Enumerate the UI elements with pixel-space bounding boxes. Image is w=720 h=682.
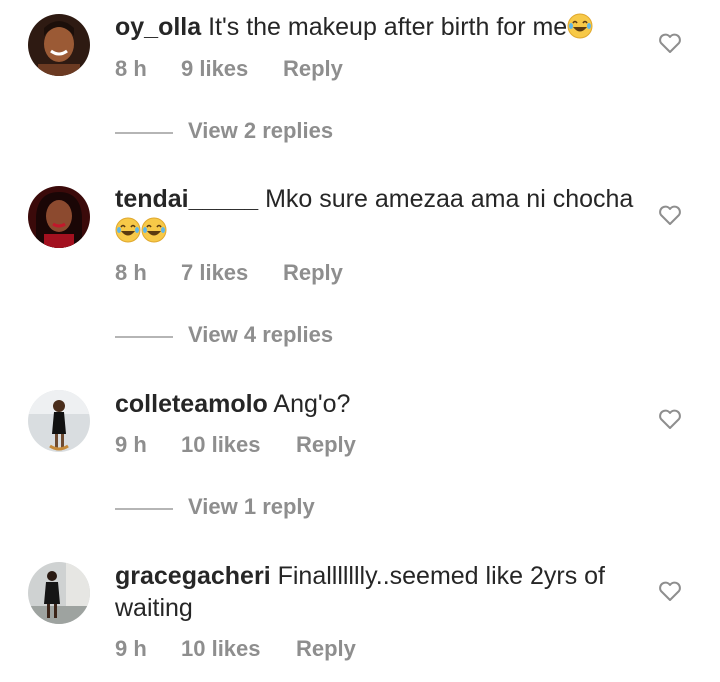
comment-body: It's the makeup after birth for me (201, 13, 568, 41)
reply-thread-line (115, 132, 173, 134)
timestamp: 8 h (115, 260, 147, 285)
username[interactable]: gracegacheri (115, 562, 271, 590)
likes-count[interactable]: 10 likes (181, 432, 261, 458)
avatar[interactable] (28, 390, 90, 452)
like-heart-icon[interactable] (658, 32, 682, 54)
avatar-photo (28, 14, 90, 76)
reply-button[interactable]: Reply (283, 56, 343, 82)
reply-thread-line (115, 508, 173, 510)
username[interactable]: tendai_____ (115, 185, 258, 213)
likes-count[interactable]: 9 likes (181, 56, 248, 82)
timestamp: 9 h (115, 432, 147, 457)
avatar[interactable] (28, 186, 90, 248)
like-heart-icon[interactable] (658, 204, 682, 226)
like-heart-icon[interactable] (658, 580, 682, 602)
comment-text: tendai_____ Mko sure amezaa ama ni choch… (115, 183, 635, 247)
timestamp: 8 h (115, 56, 147, 81)
reply-thread-line (115, 336, 173, 338)
view-replies-label: View 1 reply (188, 494, 315, 519)
reply-button[interactable]: Reply (296, 432, 356, 458)
username[interactable]: colleteamolo (115, 390, 268, 418)
like-heart-icon[interactable] (658, 408, 682, 430)
avatar[interactable] (28, 562, 90, 624)
tears-of-joy-emoji (141, 217, 167, 243)
comment-body: Ang'o? (267, 390, 351, 418)
comment-text: gracegacheri Finallllllly..seemed like 2… (115, 560, 635, 624)
timestamp: 9 h (115, 636, 147, 661)
likes-count[interactable]: 10 likes (181, 636, 261, 662)
avatar[interactable] (28, 14, 90, 76)
reply-button[interactable]: Reply (283, 260, 343, 286)
comment-text: oy_olla It's the makeup after birth for … (115, 11, 635, 43)
avatar-photo (28, 390, 90, 452)
comment-body: Mko sure amezaa ama ni chocha (258, 185, 634, 213)
reply-button[interactable]: Reply (296, 636, 356, 662)
username[interactable]: oy_olla (115, 13, 201, 41)
tears-of-joy-emoji (567, 13, 593, 39)
avatar-photo (28, 562, 90, 624)
comment-text: colleteamolo Ang'o? (115, 388, 635, 420)
tears-of-joy-emoji (115, 217, 141, 243)
view-replies-label: View 2 replies (188, 118, 334, 143)
avatar-photo (28, 186, 90, 248)
view-replies-label: View 4 replies (188, 322, 334, 347)
likes-count[interactable]: 7 likes (181, 260, 248, 286)
